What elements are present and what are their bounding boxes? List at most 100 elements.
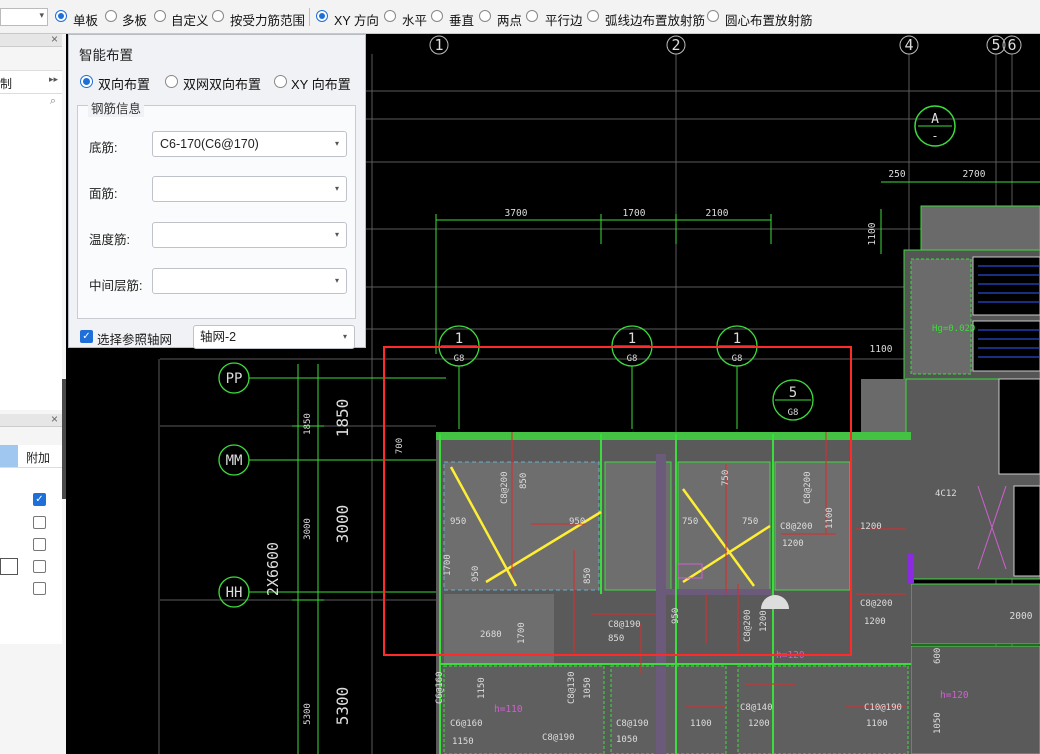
radio-parallel-edge[interactable] (526, 10, 538, 22)
dim-3000-small: 3000 (303, 518, 313, 540)
dim-2100: 2100 (706, 208, 729, 219)
middle-layer-rebar-label: 中间层筋: (89, 279, 143, 293)
checkbox[interactable] (33, 538, 46, 551)
rebar-label-30: 1050 (616, 735, 638, 745)
rebar-label-23: 1700 (443, 554, 453, 576)
option-arc-edge-radial-label: 弧线边布置放射筋 (605, 14, 706, 28)
rebar-label-21: 850 (583, 568, 593, 584)
radio-arc-edge-radial[interactable] (587, 10, 599, 22)
rebar-label-25: C6@160 (435, 671, 445, 704)
section-tag-1b-sub: G8 (627, 354, 638, 364)
close-icon[interactable]: × (51, 412, 58, 426)
radio-xy-direction[interactable] (316, 10, 328, 22)
option-multi-slab-label: 多板 (122, 14, 148, 28)
rebar-label-3: 950 (450, 517, 466, 527)
radio-horizontal[interactable] (384, 10, 396, 22)
rebar-label-4: 950 (569, 517, 585, 527)
temperature-rebar-label: 温度筋: (89, 233, 130, 247)
checkbox[interactable] (33, 560, 46, 573)
checkbox[interactable] (33, 582, 46, 595)
axis-label-pp: PP (226, 371, 243, 387)
radio-xy-direction-mode[interactable] (274, 75, 287, 88)
chevron-down-icon: ▾ (39, 10, 44, 20)
mode-bidirectional-label: 双向布置 (98, 77, 151, 92)
chevron-down-icon: ▾ (334, 184, 339, 193)
axis-label-1: 1 (434, 36, 443, 54)
ref-grid-value: 轴网-2 (200, 330, 237, 344)
panel-item[interactable]: 制 ▸▸ (0, 70, 62, 94)
close-icon[interactable]: × (51, 32, 58, 46)
rebar-label-22: 950 (671, 608, 681, 624)
panel-header: × (0, 32, 62, 47)
rebar-label-28: 1050 (583, 677, 593, 699)
bottom-rebar-combo[interactable]: C6-170(C6@170) ▾ (152, 131, 347, 157)
dim-5300-small: 5300 (303, 703, 313, 725)
option-single-slab-label: 单板 (73, 14, 99, 28)
radio-center-radial[interactable] (707, 10, 719, 22)
option-by-rebar-range-label: 按受力筋范围 (230, 14, 306, 28)
panel-empty-space (0, 644, 62, 754)
rebar-label-18: 1200 (759, 610, 769, 632)
rebar-label-9: 1200 (782, 539, 804, 549)
column-highlight (0, 445, 18, 467)
rebar-label-35: 1200 (748, 719, 770, 729)
option-custom-label: 自定义 (171, 14, 209, 28)
radio-single-slab[interactable] (55, 10, 67, 22)
dim-2700: 2700 (963, 169, 986, 180)
thickness-h110: h=110 (494, 704, 523, 715)
radio-two-points[interactable] (479, 10, 491, 22)
rebar-label-31: C8@140 (740, 703, 773, 713)
radio-custom[interactable] (154, 10, 166, 22)
chevron-down-icon: ▾ (342, 332, 347, 341)
ref-grid-select[interactable]: 轴网-2 ▾ (193, 325, 355, 349)
panel-search[interactable]: ⌕ (0, 94, 62, 113)
radio-bidirectional[interactable] (80, 75, 93, 88)
top-rebar-combo[interactable]: ▾ (152, 176, 347, 202)
option-two-points-label: 两点 (497, 14, 523, 28)
checkbox-checked[interactable]: ✓ (33, 493, 46, 506)
placement-type-select[interactable]: ▾ (0, 8, 48, 26)
dim-2x6600: 2X6600 (264, 542, 282, 596)
axis-label-6: 6 (1007, 36, 1016, 54)
ref-grid-checkbox[interactable]: ✓ (80, 330, 93, 343)
dim-1100-vertical: 1100 (867, 222, 878, 245)
middle-layer-rebar-combo[interactable]: ▾ (152, 268, 347, 294)
rebar-label-38: C8@190 (542, 733, 575, 743)
option-horizontal-label: 水平 (402, 14, 428, 28)
table-header-row: 附加 (0, 445, 62, 468)
option-vertical-label: 垂直 (449, 14, 475, 28)
rebar-info-group: 钢筋信息 底筋: C6-170(C6@170) ▾ 面筋: ▾ 温度筋: ▾ 中间… (77, 98, 356, 319)
rebar-label-17: C8@200 (743, 609, 753, 642)
chevron-down-icon: ▾ (334, 276, 339, 285)
table-row (0, 534, 62, 557)
rebar-label-37: 1150 (452, 737, 474, 747)
selected-cell[interactable] (0, 558, 18, 575)
rebar-label-29: C8@190 (616, 719, 649, 729)
dim-250: 250 (888, 169, 905, 180)
rebar-label-8: C8@200 (780, 522, 813, 532)
rebar-label-1: C8@200 (500, 471, 510, 504)
axis-label-5: 5 (991, 36, 1000, 54)
radio-double-net-bidirectional[interactable] (165, 75, 178, 88)
axis-label-2: 2 (671, 36, 680, 54)
table-row (0, 556, 62, 579)
rebar-label-20: 1700 (517, 622, 527, 644)
dim-700: 700 (395, 438, 405, 454)
expand-icon[interactable]: ▸▸ (49, 74, 58, 85)
radio-multi-slab[interactable] (105, 10, 117, 22)
rebar-label-12: 1200 (860, 522, 882, 532)
rebar-label-34: 1100 (866, 719, 888, 729)
rebar-label-6: 750 (682, 517, 698, 527)
rebar-label-32: 1100 (690, 719, 712, 729)
table-row (0, 512, 62, 535)
table-row (0, 600, 62, 623)
mode-xy-label: XY 向布置 (291, 77, 351, 92)
checkbox[interactable] (33, 516, 46, 529)
temperature-rebar-combo[interactable]: ▾ (152, 222, 347, 248)
panel-header-2: × (0, 412, 62, 427)
rebar-label-16: 1200 (864, 617, 886, 627)
section-tag-1a-sub: G8 (454, 354, 465, 364)
panel-resize-handle[interactable] (62, 379, 66, 499)
radio-by-rebar-range[interactable] (212, 10, 224, 22)
radio-vertical[interactable] (431, 10, 443, 22)
